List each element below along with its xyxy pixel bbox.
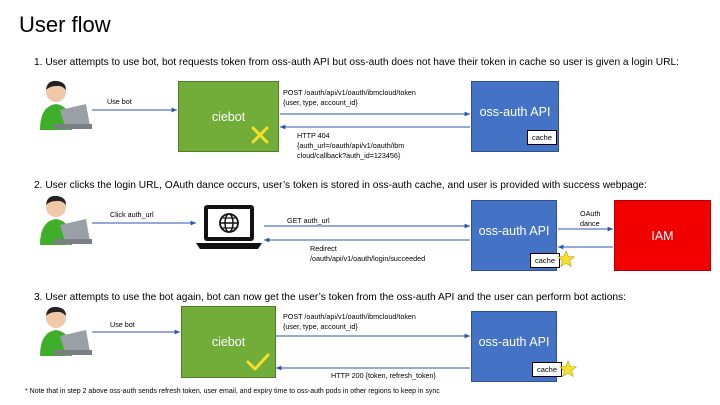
star-icon — [557, 250, 575, 268]
checkmark-icon — [246, 353, 270, 371]
laptop-globe-icon — [196, 205, 262, 249]
label-http-200: HTTP 200 {token, refresh_token} — [331, 371, 436, 380]
label-click-auth-url: Click auth_url — [110, 210, 154, 219]
x-mark-icon — [251, 126, 269, 144]
cache-box-2: cache — [530, 253, 560, 268]
label-post-line1-3: POST /oauth/api/v1/oauth/ibmcloud/token — [283, 312, 416, 321]
footnote: * Note that in step 2 above oss-auth sen… — [25, 388, 440, 395]
user-icon — [40, 80, 92, 130]
label-oauth-line2: dance — [580, 219, 600, 228]
label-resp-line3: cloud/callback?auth_id=123456} — [297, 151, 401, 160]
user-icon — [40, 306, 92, 356]
label-use-bot-3: Use bot — [110, 320, 135, 329]
iam-label: IAM — [651, 228, 674, 243]
label-redirect-line2: /oauth/api/v1/oauth/login/succeeded — [310, 254, 426, 263]
iam-box: IAM — [614, 200, 711, 271]
label-post-line1-1: POST /oauth/api/v1/oauth/ibmcloud/token — [283, 88, 416, 97]
label-redirect-line1: Redirect — [310, 244, 337, 253]
label-resp-line2: {auth_url=/oauth/api/v1/oauth/ibm — [297, 141, 405, 150]
arrows-layer — [92, 107, 613, 371]
label-resp-line1: HTTP 404 — [297, 131, 330, 140]
ciebot-label: ciebot — [211, 335, 246, 349]
user-icon — [40, 195, 92, 245]
label-oauth-line1: OAuth — [580, 209, 601, 218]
cache-box-1: cache — [527, 130, 557, 145]
oss-auth-api-label: oss-auth API — [478, 334, 550, 349]
oss-auth-api-label: oss-auth API — [479, 104, 551, 119]
ciebot-label: ciebot — [211, 109, 246, 124]
cache-box-3: cache — [532, 362, 562, 377]
star-icon — [559, 360, 577, 378]
label-use-bot-1: Use bot — [107, 97, 132, 106]
oss-auth-api-label: oss-auth API — [478, 223, 550, 238]
label-post-line2-1: {user, type, account_id} — [283, 98, 358, 107]
label-post-line2-3: {user, type, account_id} — [283, 322, 358, 331]
label-get-auth-url: GET auth_url — [287, 216, 330, 225]
